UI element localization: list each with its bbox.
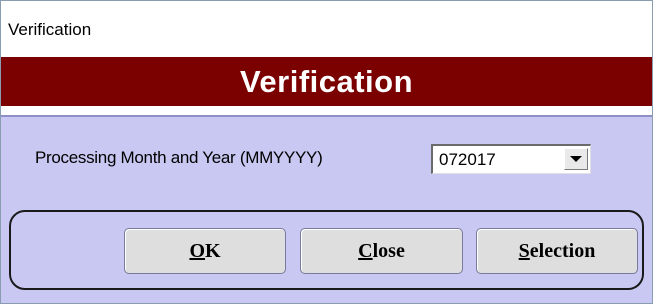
page-title: Verification xyxy=(239,63,414,99)
chevron-down-icon xyxy=(570,156,582,162)
verification-window: Verification Verification Processing Mon… xyxy=(0,0,653,304)
ok-button[interactable]: OK xyxy=(124,228,286,274)
processing-month-year-label: Processing Month and Year (MMYYYY) xyxy=(35,148,323,167)
selection-button[interactable]: Selection xyxy=(476,228,638,274)
window-title: Verification xyxy=(8,20,92,39)
close-button-accelerator: C xyxy=(358,239,373,262)
form-area-border xyxy=(1,115,652,117)
processing-month-year-combobox[interactable]: 072017 xyxy=(431,144,591,174)
ok-button-label: K xyxy=(205,239,221,262)
selection-button-accelerator: S xyxy=(518,239,530,262)
title-bar[interactable]: Verification xyxy=(1,1,652,57)
close-button[interactable]: Close xyxy=(300,228,463,274)
selection-button-label: election xyxy=(529,239,596,262)
header-separator xyxy=(1,106,652,115)
close-button-label: lose xyxy=(372,239,405,262)
ok-button-accelerator: O xyxy=(189,239,205,262)
combo-dropdown-button[interactable] xyxy=(564,148,588,170)
header-banner: Verification xyxy=(1,57,652,106)
processing-month-year-value[interactable]: 072017 xyxy=(439,150,496,170)
